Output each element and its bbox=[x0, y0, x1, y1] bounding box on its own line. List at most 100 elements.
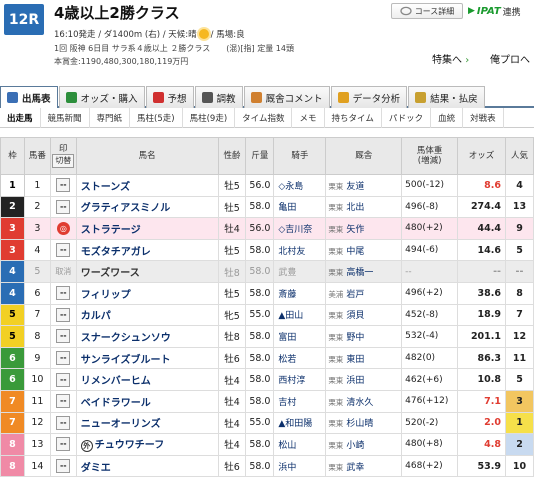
trainer-link[interactable]: 矢作 bbox=[346, 225, 364, 235]
jockey-link[interactable]: ◇吉川奈 bbox=[273, 217, 327, 240]
tab-1[interactable]: オッズ・購入 bbox=[58, 86, 145, 108]
trainer-cell[interactable]: 栗東 北出 bbox=[325, 195, 403, 219]
horse-name-cell[interactable]: ベイドラワール bbox=[75, 389, 219, 413]
course-detail-button[interactable]: コース詳細 bbox=[391, 3, 463, 19]
horse-name-link[interactable]: モズタチアガレ bbox=[81, 247, 151, 258]
trainer-cell[interactable]: 栗東 杉山晴 bbox=[325, 411, 403, 435]
mark-select-button[interactable]: -- bbox=[56, 329, 71, 344]
col-mark[interactable]: 印切替 bbox=[49, 137, 77, 175]
trainer-link[interactable]: 清水久 bbox=[346, 398, 373, 408]
mark-cell[interactable]: -- bbox=[49, 195, 77, 219]
horse-name-link[interactable]: ニューオーリンズ bbox=[81, 419, 161, 430]
trainer-link[interactable]: 東田 bbox=[346, 355, 364, 365]
odds-cell[interactable]: 53.9 bbox=[457, 454, 506, 478]
odds-cell[interactable]: 10.8 bbox=[457, 368, 506, 391]
trainer-link[interactable]: 中尾 bbox=[346, 247, 364, 257]
horse-name-link[interactable]: リメンバーヒム bbox=[81, 376, 151, 387]
subtab-9[interactable]: 血統 bbox=[431, 108, 464, 128]
jockey-link[interactable]: 吉村 bbox=[273, 389, 327, 413]
odds-cell[interactable]: 274.4 bbox=[457, 195, 506, 219]
odds-cell[interactable]: 18.9 bbox=[457, 303, 506, 327]
odds-cell[interactable]: 7.1 bbox=[457, 389, 506, 413]
mark-cell[interactable]: -- bbox=[49, 433, 77, 456]
trainer-cell[interactable]: 栗東 友道 bbox=[325, 174, 403, 197]
trainer-link[interactable]: 武幸 bbox=[346, 463, 364, 473]
mark-cell[interactable]: -- bbox=[49, 174, 77, 197]
jockey-link[interactable]: ◇永島 bbox=[273, 174, 327, 197]
odds-cell[interactable]: 44.4 bbox=[457, 217, 506, 240]
horse-name-cell[interactable]: 外チュウワチーフ bbox=[75, 433, 219, 456]
trainer-link[interactable]: 岩戸 bbox=[346, 290, 364, 300]
horse-name-link[interactable]: チュウワチーフ bbox=[95, 440, 164, 451]
subtab-8[interactable]: パドック bbox=[382, 108, 432, 128]
subtab-5[interactable]: タイム指数 bbox=[235, 108, 293, 128]
horse-name-link[interactable]: ダミエ bbox=[81, 463, 111, 474]
horse-name-cell[interactable]: ストラテージ bbox=[75, 217, 219, 240]
mark-cell[interactable]: -- bbox=[49, 454, 77, 478]
horse-name-link[interactable]: ベイドラワール bbox=[81, 398, 151, 409]
mark-cell[interactable]: 取消 bbox=[49, 260, 77, 283]
mark-select-button[interactable]: -- bbox=[56, 394, 71, 409]
mark-cell[interactable]: ◎ bbox=[49, 217, 77, 240]
trainer-link[interactable]: 浜田 bbox=[346, 376, 364, 386]
horse-name-link[interactable]: ストーンズ bbox=[81, 182, 130, 193]
mark-select-button[interactable]: -- bbox=[56, 459, 71, 474]
mark-select-button[interactable]: -- bbox=[56, 199, 71, 214]
odds-cell[interactable]: 86.3 bbox=[457, 346, 506, 370]
odds-cell[interactable]: 38.6 bbox=[457, 281, 506, 305]
tab-6[interactable]: 結果・払戻 bbox=[408, 86, 485, 108]
jockey-link[interactable]: 松山 bbox=[273, 433, 327, 456]
scratch-label[interactable]: 取消 bbox=[55, 267, 71, 276]
mark-cell[interactable]: -- bbox=[49, 325, 77, 348]
subtab-7[interactable]: 持ちタイム bbox=[325, 108, 382, 128]
horse-name-cell[interactable]: リメンバーヒム bbox=[75, 368, 219, 391]
subtab-4[interactable]: 馬柱(9走) bbox=[183, 108, 236, 128]
tab-4[interactable]: 厩舎コメント bbox=[243, 86, 330, 108]
trainer-link[interactable]: 北出 bbox=[346, 203, 364, 213]
tab-2[interactable]: 予想 bbox=[145, 86, 194, 108]
trainer-cell[interactable]: 美浦 岩戸 bbox=[325, 281, 403, 305]
horse-name-cell[interactable]: ワーズワース bbox=[75, 260, 219, 283]
trainer-cell[interactable]: 栗東 小崎 bbox=[325, 433, 403, 456]
my-pro-link[interactable]: 俺プロへ › bbox=[490, 51, 534, 66]
mark-cell[interactable]: -- bbox=[49, 411, 77, 435]
trainer-cell[interactable]: 栗東 高橋一 bbox=[325, 260, 403, 283]
horse-name-link[interactable]: サンライズブルート bbox=[81, 355, 171, 366]
jockey-link[interactable]: 斎藤 bbox=[273, 281, 327, 305]
trainer-cell[interactable]: 栗東 中尾 bbox=[325, 238, 403, 262]
tab-3[interactable]: 調教 bbox=[194, 86, 243, 108]
jockey-link[interactable]: 北村友 bbox=[273, 238, 327, 262]
horse-name-link[interactable]: ストラテージ bbox=[81, 225, 141, 236]
trainer-cell[interactable]: 栗東 須貝 bbox=[325, 303, 403, 327]
horse-name-cell[interactable]: グラティアスミノル bbox=[75, 195, 219, 219]
horse-name-link[interactable]: グラティアスミノル bbox=[81, 203, 170, 214]
jockey-link[interactable]: 松若 bbox=[273, 346, 327, 370]
horse-name-cell[interactable]: ストーンズ bbox=[75, 174, 219, 197]
trainer-link[interactable]: 小崎 bbox=[346, 441, 364, 451]
mark-select-button[interactable]: -- bbox=[56, 243, 71, 258]
mark-select-button[interactable]: -- bbox=[56, 372, 71, 387]
mark-select-button[interactable]: -- bbox=[56, 286, 71, 301]
trainer-link[interactable]: 高橋一 bbox=[346, 268, 373, 278]
jockey-link[interactable]: 浜中 bbox=[273, 454, 327, 478]
mark-cell[interactable]: -- bbox=[49, 389, 77, 413]
trainer-cell[interactable]: 栗東 東田 bbox=[325, 346, 403, 370]
trainer-link[interactable]: 野中 bbox=[346, 333, 364, 343]
jockey-link[interactable]: 富田 bbox=[273, 325, 327, 348]
subtab-0[interactable]: 出走馬 bbox=[0, 108, 41, 128]
mark-select-button[interactable]: -- bbox=[56, 437, 71, 452]
trainer-link[interactable]: 友道 bbox=[346, 182, 364, 192]
horse-name-link[interactable]: ワーズワース bbox=[81, 268, 140, 279]
horse-name-cell[interactable]: モズタチアガレ bbox=[75, 238, 219, 262]
subtab-3[interactable]: 馬柱(5走) bbox=[130, 108, 183, 128]
odds-cell[interactable]: 4.8 bbox=[457, 433, 506, 456]
odds-cell[interactable]: 201.1 bbox=[457, 325, 506, 348]
trainer-link[interactable]: 杉山晴 bbox=[346, 419, 373, 429]
odds-cell[interactable]: -- bbox=[457, 260, 506, 283]
trainer-cell[interactable]: 栗東 武幸 bbox=[325, 454, 403, 478]
jockey-link[interactable]: 西村淳 bbox=[273, 368, 327, 391]
mark-cell[interactable]: -- bbox=[49, 281, 77, 305]
horse-name-cell[interactable]: カルパ bbox=[75, 303, 219, 327]
jockey-link[interactable]: 亀田 bbox=[273, 195, 327, 219]
mark-cell[interactable]: -- bbox=[49, 303, 77, 327]
